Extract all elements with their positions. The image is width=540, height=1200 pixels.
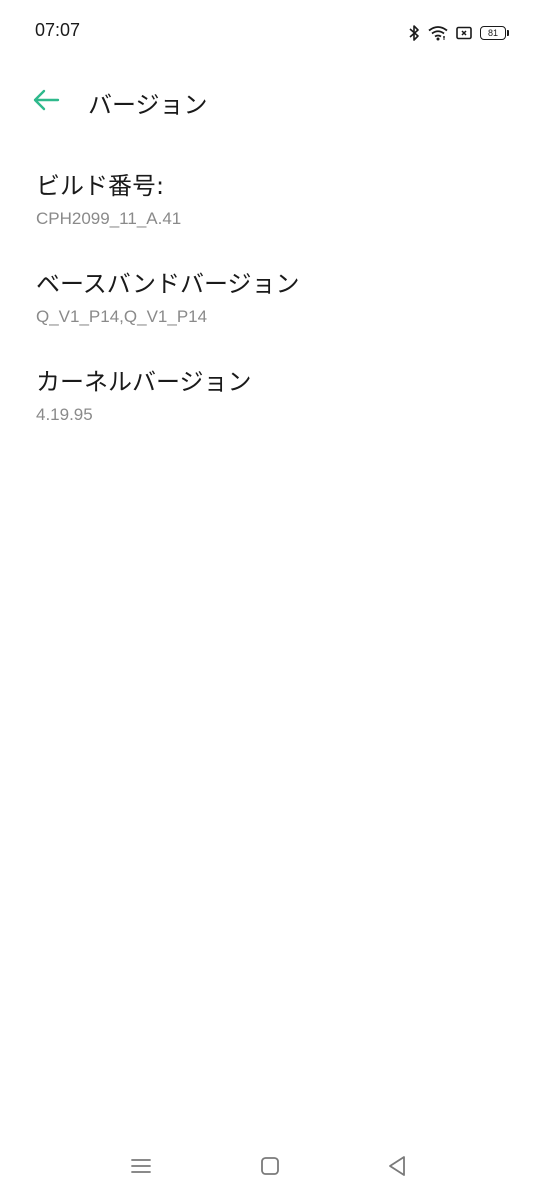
status-bar: 07:07 81 bbox=[0, 0, 540, 66]
item-title: ベースバンドバージョン bbox=[36, 270, 300, 298]
navigation-bar bbox=[0, 1130, 540, 1200]
back-button[interactable] bbox=[28, 84, 64, 116]
item-value: Q_V1_P14,Q_V1_P14 bbox=[36, 307, 208, 326]
status-time: 07:07 bbox=[35, 20, 81, 40]
sim-icon bbox=[456, 26, 472, 40]
list-item-baseband-version[interactable]: ベースバンドバージョン Q_V1_P14,Q_V1_P14 bbox=[0, 258, 540, 356]
home-button[interactable] bbox=[248, 1144, 292, 1188]
battery-level: 81 bbox=[487, 28, 498, 38]
list-item-build-number[interactable]: ビルド番号: CPH2099_11_A.41 bbox=[0, 160, 540, 258]
version-list: ビルド番号: CPH2099_11_A.41 ベースバンドバージョン Q_V1_… bbox=[0, 160, 540, 454]
back-arrow-icon bbox=[33, 89, 60, 111]
item-title: ビルド番号: bbox=[36, 172, 165, 200]
menu-icon bbox=[131, 1159, 151, 1173]
item-value: CPH2099_11_A.41 bbox=[36, 209, 182, 228]
app-bar: バージョン bbox=[0, 72, 540, 128]
recents-button[interactable] bbox=[119, 1144, 163, 1188]
bluetooth-icon bbox=[409, 25, 419, 41]
battery-icon: 81 bbox=[480, 26, 509, 40]
wifi-icon bbox=[428, 26, 448, 41]
item-value: 4.19.95 bbox=[36, 405, 93, 424]
home-icon bbox=[261, 1157, 279, 1175]
nav-back-button[interactable] bbox=[375, 1144, 419, 1188]
item-title: カーネルバージョン bbox=[36, 368, 252, 396]
status-icons: 81 bbox=[408, 22, 509, 44]
list-item-kernel-version[interactable]: カーネルバージョン 4.19.95 bbox=[0, 356, 540, 454]
page-title: バージョン bbox=[88, 91, 208, 119]
back-icon bbox=[389, 1156, 405, 1176]
